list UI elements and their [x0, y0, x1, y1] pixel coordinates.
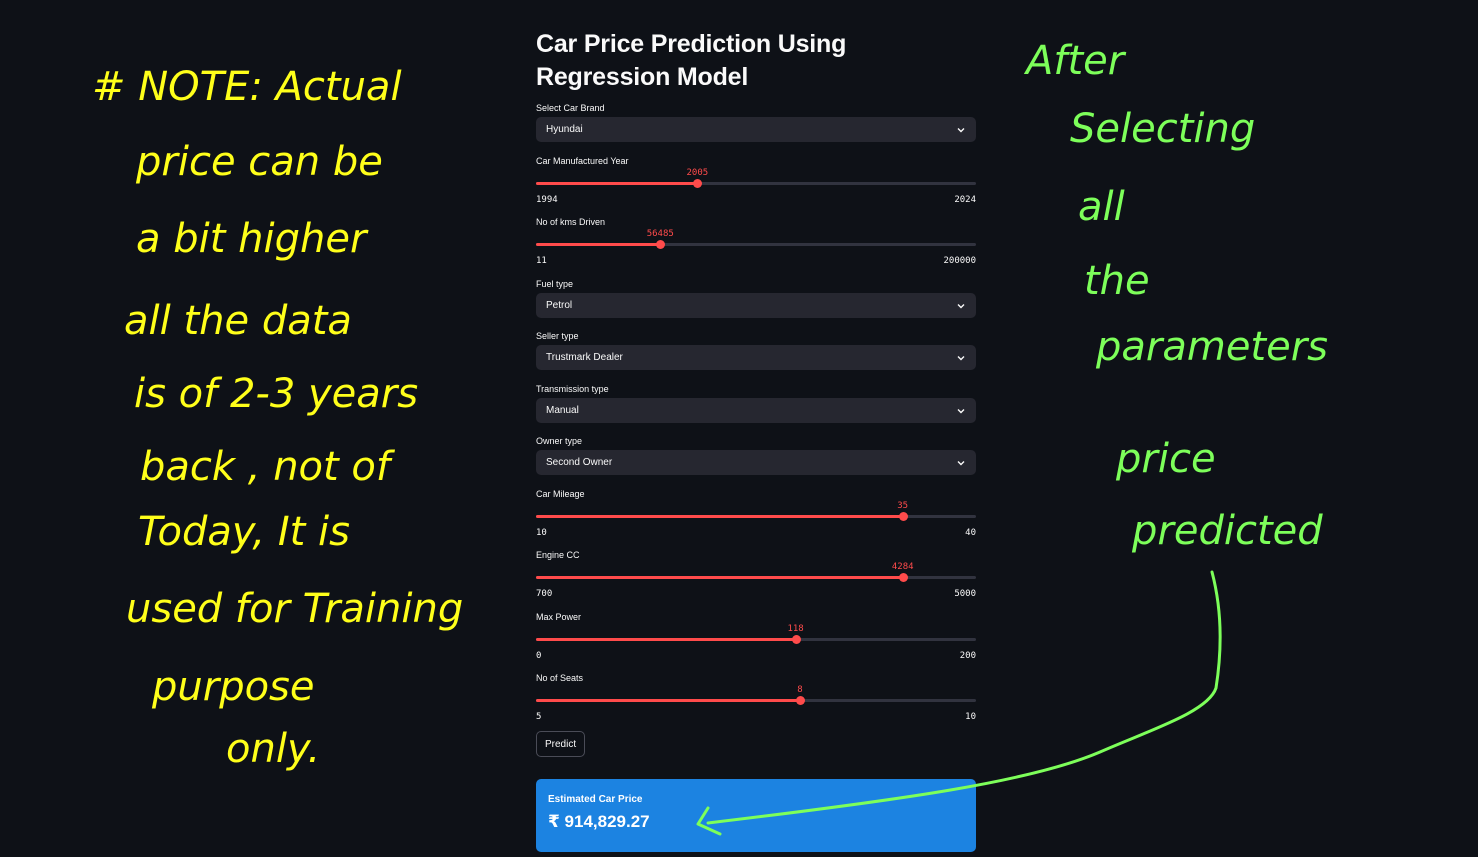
result-title: Estimated Car Price — [548, 794, 643, 805]
fuel-value: Petrol — [546, 300, 573, 311]
left-note-line: only. — [226, 726, 320, 772]
power-slider[interactable]: 118 0 200 — [536, 624, 976, 662]
slider-current-value: 56485 — [646, 229, 674, 239]
slider-min: 10 — [536, 528, 547, 538]
slider-thumb[interactable] — [656, 240, 666, 249]
slider-fill — [536, 699, 800, 702]
brand-value: Hyundai — [546, 124, 583, 135]
left-note-line: # NOTE: Actual — [92, 64, 402, 110]
chevron-down-icon — [957, 303, 965, 308]
year-label: Car Manufactured Year — [536, 156, 629, 166]
chevron-down-icon — [957, 460, 965, 465]
brand-label: Select Car Brand — [536, 103, 605, 113]
chevron-down-icon — [957, 355, 965, 360]
slider-thumb[interactable] — [693, 179, 703, 188]
right-note-line: all — [1078, 184, 1125, 230]
result-value: ₹ 914,829.27 — [548, 812, 650, 831]
slider-current-value: 8 — [797, 685, 803, 695]
transmission-value: Manual — [546, 405, 579, 416]
right-note-line: Selecting — [1070, 106, 1255, 152]
slider-min: 11 — [536, 256, 547, 266]
seats-slider[interactable]: 8 5 10 — [536, 685, 976, 723]
slider-fill — [536, 243, 661, 246]
left-note-line: is of 2-3 years — [134, 371, 418, 417]
left-note-line: a bit higher — [136, 216, 369, 262]
slider-thumb[interactable] — [796, 696, 805, 705]
slider-track — [536, 576, 976, 579]
kms-label: No of kms Driven — [536, 217, 606, 227]
slider-max: 5000 — [954, 589, 976, 599]
left-note-line: back , not of — [140, 444, 396, 490]
slider-max: 40 — [965, 528, 976, 538]
left-note: # NOTE: Actual price can be a bit higher… — [92, 64, 463, 772]
slider-fill — [536, 182, 698, 185]
right-note-line: After — [1023, 38, 1127, 84]
slider-track — [536, 638, 976, 641]
right-note-line: predicted — [1131, 508, 1323, 554]
transmission-label: Transmission type — [536, 384, 609, 394]
brand-select[interactable]: Hyundai — [536, 117, 976, 142]
owner-value: Second Owner — [546, 457, 613, 468]
left-note-line: purpose — [151, 664, 315, 710]
seats-label: No of Seats — [536, 673, 584, 683]
seller-select[interactable]: Trustmark Dealer — [536, 345, 976, 370]
left-note-line: Today, It is — [138, 509, 350, 555]
page-title: Car Price Prediction Using Regression Mo… — [536, 30, 847, 91]
right-note: After Selecting all the parameters price… — [1023, 38, 1328, 554]
left-note-line: used for Training — [126, 586, 463, 632]
year-slider[interactable]: 2005 1994 2024 — [536, 168, 976, 206]
owner-select[interactable]: Second Owner — [536, 450, 976, 475]
slider-min: 0 — [536, 651, 542, 661]
slider-track — [536, 515, 976, 518]
slider-fill — [536, 576, 903, 579]
slider-current-value: 35 — [897, 501, 909, 511]
kms-slider[interactable]: 56485 11 200000 — [536, 229, 976, 267]
slider-fill — [536, 638, 796, 641]
slider-current-value: 4284 — [891, 562, 914, 572]
slider-track — [536, 699, 976, 702]
slider-thumb[interactable] — [898, 573, 908, 582]
result-box: Estimated Car Price ₹ 914,829.27 — [536, 779, 976, 852]
slider-max: 200 — [959, 651, 976, 661]
transmission-select[interactable]: Manual — [536, 398, 976, 423]
engine-label: Engine CC — [536, 550, 580, 560]
slider-thumb[interactable] — [898, 512, 908, 521]
predict-button[interactable]: Predict — [536, 731, 586, 757]
slider-max: 2024 — [954, 195, 976, 205]
slider-current-value: 2005 — [686, 168, 709, 178]
left-note-line: all the data — [124, 298, 352, 344]
seller-value: Trustmark Dealer — [546, 352, 623, 363]
slider-min: 5 — [536, 712, 542, 722]
right-note-line: parameters — [1095, 324, 1328, 370]
slider-min: 1994 — [536, 195, 558, 205]
fuel-select[interactable]: Petrol — [536, 293, 976, 318]
slider-current-value: 118 — [787, 624, 804, 634]
fuel-label: Fuel type — [536, 279, 574, 289]
slider-thumb[interactable] — [791, 635, 801, 644]
slider-max: 200000 — [943, 256, 976, 266]
slider-track — [536, 182, 976, 185]
slider-track — [536, 243, 976, 246]
seller-label: Seller type — [536, 331, 579, 341]
power-label: Max Power — [536, 612, 582, 622]
owner-label: Owner type — [536, 436, 583, 446]
right-note-line: price — [1115, 436, 1216, 482]
mileage-label: Car Mileage — [536, 489, 585, 499]
mileage-slider[interactable]: 35 10 40 — [536, 501, 976, 539]
slider-fill — [536, 515, 903, 518]
chevron-down-icon — [957, 408, 965, 413]
slider-max: 10 — [965, 712, 976, 722]
slider-min: 700 — [536, 589, 553, 599]
engine-slider[interactable]: 4284 700 5000 — [536, 562, 976, 600]
left-note-line: price can be — [135, 139, 383, 185]
right-note-line: the — [1084, 258, 1150, 304]
chevron-down-icon — [957, 127, 965, 132]
